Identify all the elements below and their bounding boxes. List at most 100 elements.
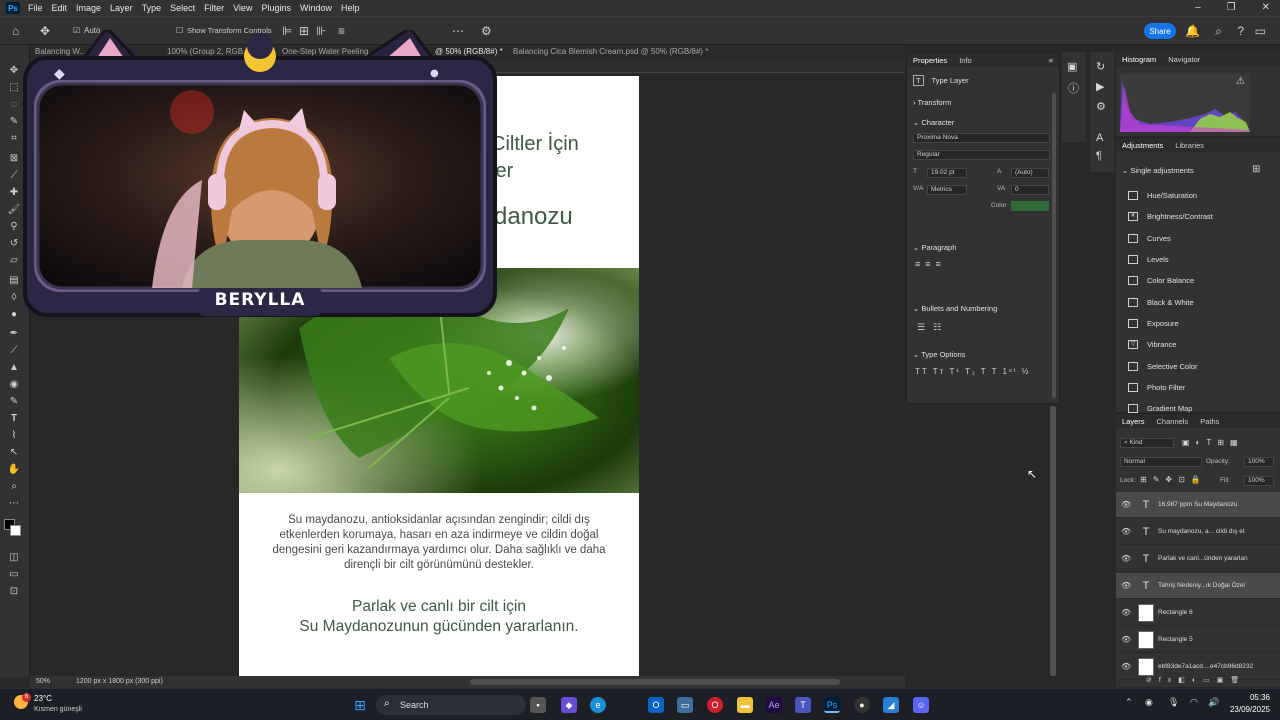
spot-heal-icon[interactable]: ◉ xyxy=(7,379,21,391)
menu-help[interactable]: Help xyxy=(341,3,360,13)
font-family-select[interactable]: Proxima Nova xyxy=(913,133,1050,143)
eyedropper-tool-icon[interactable]: ⟋ xyxy=(7,170,21,182)
frame-tool-icon[interactable]: ⊠ xyxy=(7,153,21,165)
tray-app-icon[interactable]: ◉ xyxy=(1145,697,1153,708)
history-panel-icon[interactable]: ↻ xyxy=(1096,60,1105,73)
tracking-field[interactable]: 0 xyxy=(1011,185,1049,195)
pen-tool-icon[interactable]: ✒ xyxy=(7,328,21,340)
adj-vibrance[interactable]: ▽ Vibrance xyxy=(1128,340,1176,349)
search-icon[interactable]: ⌕ xyxy=(1215,24,1222,39)
more-tools-icon[interactable]: ⋯ xyxy=(7,498,21,510)
layer-row[interactable]: 👁 T 16,987 ppm Su Maydanozu xyxy=(1116,492,1280,518)
grid-view-icon[interactable]: ⊞ xyxy=(1252,164,1260,175)
zoom-level[interactable]: 50% xyxy=(36,678,50,685)
adj-photo-filter[interactable]: Photo Filter xyxy=(1128,383,1185,392)
zoom-tool-icon[interactable]: ⌕ xyxy=(7,481,21,493)
photoshop-taskbar-icon[interactable]: Ps xyxy=(824,697,840,713)
bullets-section[interactable]: ⌄ Bullets and Numbering xyxy=(913,304,997,313)
tab-adjustments[interactable]: Adjustments xyxy=(1116,141,1169,150)
adj-color-balance[interactable]: Color Balance xyxy=(1128,276,1194,285)
screen-mode-icon[interactable]: ▭ xyxy=(7,569,21,581)
clock-date[interactable]: 23/09/2025 xyxy=(1216,705,1270,714)
clone-stamp-icon[interactable]: ⚲ xyxy=(7,221,21,233)
hand-tool-icon[interactable]: ✋ xyxy=(7,464,21,476)
type-tool-icon[interactable]: T xyxy=(7,413,21,425)
dodge-tool-icon[interactable]: ● xyxy=(7,309,21,321)
bullet-list-icons[interactable]: ☰☷ xyxy=(917,322,949,333)
tray-chevron-icon[interactable]: ⌃ xyxy=(1125,697,1133,708)
layer-row[interactable]: 👁 Rectangle 5 xyxy=(1116,627,1280,653)
eye-icon[interactable]: 👁 xyxy=(1121,500,1131,509)
blend-mode-select[interactable]: Normal xyxy=(1120,457,1202,467)
text-color-swatch[interactable] xyxy=(1011,201,1049,211)
crop-tool-icon[interactable]: ⌗ xyxy=(7,133,21,145)
artboard-icon[interactable]: ⊡ xyxy=(7,586,21,598)
canvas-vertical-scrollbar[interactable] xyxy=(1050,406,1056,676)
close-button[interactable]: ✕ xyxy=(1262,2,1270,13)
panel-menu-icon[interactable]: ≡ xyxy=(1049,56,1053,65)
brushes-panel-icon[interactable]: ⚙ xyxy=(1096,100,1106,113)
brush-tool-icon[interactable]: 🖌 xyxy=(7,204,21,216)
menu-file[interactable]: File xyxy=(28,3,43,13)
layer-row[interactable]: 👁 T Tahriş Nedeniy...ık Doğal Özel xyxy=(1116,573,1280,599)
path-select-icon[interactable]: ⌇ xyxy=(7,430,21,442)
menu-image[interactable]: Image xyxy=(76,3,101,13)
blur-tool-icon[interactable]: ◊ xyxy=(7,292,21,304)
marquee-tool-icon[interactable]: ⬚ xyxy=(7,82,21,94)
discord-icon[interactable]: ☺ xyxy=(913,697,929,713)
edge-browser-icon[interactable]: e xyxy=(590,697,606,713)
adj-selective-color[interactable]: Selective Color xyxy=(1128,362,1197,371)
paragraph-panel-icon[interactable]: ¶ xyxy=(1096,150,1102,162)
eye-icon[interactable]: 👁 xyxy=(1121,635,1131,644)
info-panel-icon[interactable]: ⓘ xyxy=(1068,80,1079,96)
pen-tool-3-icon[interactable]: ✎ xyxy=(7,396,21,408)
task-view-icon[interactable]: ▪ xyxy=(530,697,546,713)
menu-layer[interactable]: Layer xyxy=(110,3,133,13)
triangle-tool-icon[interactable]: ▲ xyxy=(7,362,21,374)
windows-start-icon[interactable]: ⊞ xyxy=(352,697,368,713)
layer-row[interactable]: 👁 T Su maydanozu, a... cildi dış et xyxy=(1116,519,1280,545)
opera-icon[interactable]: O xyxy=(707,697,723,713)
menu-edit[interactable]: Edit xyxy=(52,3,68,13)
tab-libraries[interactable]: Libraries xyxy=(1169,141,1210,150)
notification-bell-icon[interactable]: 🔔 xyxy=(1185,24,1200,38)
single-adjustments-header[interactable]: ⌄ Single adjustments xyxy=(1122,166,1194,175)
adj-black-white[interactable]: Black & White xyxy=(1128,298,1194,307)
menu-window[interactable]: Window xyxy=(300,3,332,13)
help-icon[interactable]: ? xyxy=(1237,24,1244,38)
home-icon[interactable]: ⌂ xyxy=(12,24,19,38)
eraser-tool-icon[interactable]: ▱ xyxy=(7,255,21,267)
adj-brightness-contrast[interactable]: ☀ Brightness/Contrast xyxy=(1128,212,1213,221)
healing-brush-icon[interactable]: ✚ xyxy=(7,187,21,199)
maximize-button[interactable]: ❐ xyxy=(1227,2,1236,13)
eye-icon[interactable]: 👁 xyxy=(1121,608,1131,617)
tab-properties[interactable]: Properties xyxy=(907,56,953,65)
character-panel-icon[interactable]: A xyxy=(1096,132,1103,144)
lasso-tool-icon[interactable]: ◌ xyxy=(7,99,21,111)
layers-footer-icons[interactable]: ⊘fx◧◐▭▣🗑 xyxy=(1146,676,1246,684)
menu-select[interactable]: Select xyxy=(170,3,195,13)
tab-layers[interactable]: Layers xyxy=(1116,417,1151,426)
obs-icon[interactable]: ● xyxy=(854,697,870,713)
layer-row[interactable]: 👁 Rectangle 6 xyxy=(1116,600,1280,626)
properties-scrollbar[interactable] xyxy=(1052,93,1056,398)
actions-panel-icon[interactable]: ▶ xyxy=(1096,80,1104,93)
paragraph-align-buttons[interactable]: ≡≡≡ xyxy=(915,259,946,269)
horizontal-scrollbar[interactable] xyxy=(470,679,840,685)
monitor-app-icon[interactable]: ▭ xyxy=(677,697,693,713)
tab-paths[interactable]: Paths xyxy=(1194,417,1225,426)
share-button[interactable]: Share xyxy=(1144,23,1176,39)
menu-view[interactable]: View xyxy=(233,3,252,13)
menu-plugins[interactable]: Plugins xyxy=(261,3,291,13)
direct-select-icon[interactable]: ↖ xyxy=(7,447,21,459)
adj-curves[interactable]: Curves xyxy=(1128,234,1171,243)
adj-hue-saturation[interactable]: Hue/Saturation xyxy=(1128,191,1197,200)
properties-panel-icon[interactable]: ▣ xyxy=(1067,60,1077,73)
lock-icons[interactable]: ⊞✎✥⊡🔒 xyxy=(1140,475,1207,484)
menu-filter[interactable]: Filter xyxy=(204,3,224,13)
adj-levels[interactable]: Levels xyxy=(1128,255,1169,264)
gradient-tool-icon[interactable]: ▤ xyxy=(7,275,21,287)
adj-gradient-map[interactable]: Gradient Map xyxy=(1128,404,1192,413)
menu-type[interactable]: Type xyxy=(142,3,162,13)
eye-icon[interactable]: 👁 xyxy=(1121,527,1131,536)
